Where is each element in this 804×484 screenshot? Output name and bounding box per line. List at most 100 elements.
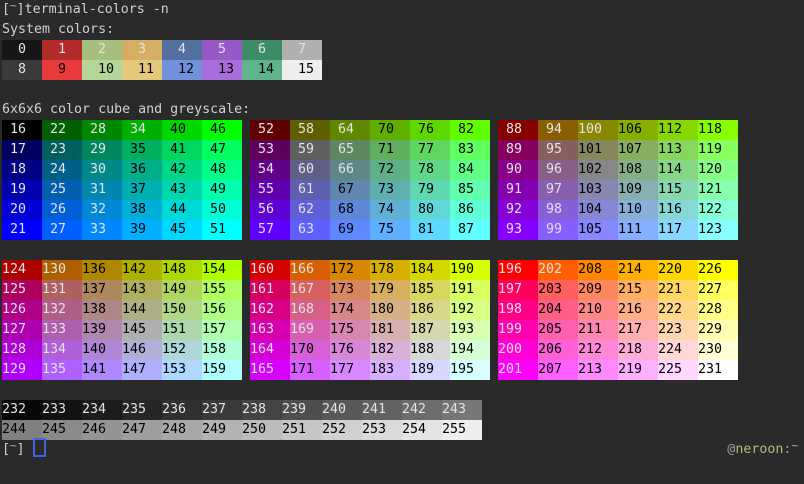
color-cell-239: 239 [282, 400, 322, 420]
prompt-bracket-open: [ [2, 442, 10, 457]
color-cell-243: 243 [442, 400, 482, 420]
color-cell-240: 240 [322, 400, 362, 420]
block-gap [242, 300, 250, 320]
color-cell-213: 213 [578, 360, 618, 380]
color-cell-198: 198 [498, 300, 538, 320]
color-cell-151: 151 [162, 320, 202, 340]
color-cell-65: 65 [330, 140, 370, 160]
color-cell-127: 127 [2, 320, 42, 340]
color-cell-102: 102 [578, 160, 618, 180]
color-cell-132: 132 [42, 300, 82, 320]
color-cell-82: 82 [450, 120, 490, 140]
color-cell-170: 170 [290, 340, 330, 360]
color-cell-207: 207 [538, 360, 578, 380]
color-cell-91: 91 [498, 180, 538, 200]
block-gap [490, 160, 498, 180]
color-cell-75: 75 [370, 220, 410, 240]
color-cell-160: 160 [250, 260, 290, 280]
color-cell-33: 33 [82, 220, 122, 240]
color-cell-237: 237 [202, 400, 242, 420]
color-cell-45: 45 [162, 220, 202, 240]
block-gap [242, 180, 250, 200]
color-cell-69: 69 [330, 220, 370, 240]
color-cell-136: 136 [82, 260, 122, 280]
color-cell-85: 85 [450, 180, 490, 200]
color-cell-78: 78 [410, 160, 450, 180]
color-cell-64: 64 [330, 120, 370, 140]
color-cell-227: 227 [698, 280, 738, 300]
right-prompt-host: neroon [735, 442, 783, 457]
cube-band-2-row-3: 126 132 138 144 150 156 162 168 174 180 … [2, 300, 804, 320]
color-cell-29: 29 [82, 140, 122, 160]
color-cell-6: 6 [242, 40, 282, 60]
color-cell-90: 90 [498, 160, 538, 180]
color-cell-55: 55 [250, 180, 290, 200]
color-cell-217: 217 [618, 320, 658, 340]
color-cell-249: 249 [202, 420, 242, 440]
color-cell-179: 179 [370, 280, 410, 300]
block-gap [490, 220, 498, 240]
color-cell-140: 140 [82, 340, 122, 360]
block-gap [490, 340, 498, 360]
block-gap [242, 260, 250, 280]
color-cell-214: 214 [618, 260, 658, 280]
color-cell-158: 158 [202, 340, 242, 360]
color-cell-125: 125 [2, 280, 42, 300]
color-cell-148: 148 [162, 260, 202, 280]
color-cell-152: 152 [162, 340, 202, 360]
block-gap [242, 160, 250, 180]
cube-band-2-row-5: 128 134 140 146 152 158 164 170 176 182 … [2, 340, 804, 360]
color-cell-98: 98 [538, 200, 578, 220]
color-cell-212: 212 [578, 340, 618, 360]
cube-band-2-row-6: 129 135 141 147 153 159 165 171 177 183 … [2, 360, 804, 380]
color-cell-22: 22 [42, 120, 82, 140]
color-cell-19: 19 [2, 180, 42, 200]
color-cell-47: 47 [202, 140, 242, 160]
color-cell-236: 236 [162, 400, 202, 420]
color-cell-139: 139 [82, 320, 122, 340]
shell-input-line[interactable]: [~] @neroon:~ [2, 440, 804, 460]
color-cell-83: 83 [450, 140, 490, 160]
color-cell-110: 110 [618, 200, 658, 220]
color-cell-218: 218 [618, 340, 658, 360]
color-cell-8: 8 [2, 60, 42, 80]
block-gap [242, 140, 250, 160]
color-cell-171: 171 [290, 360, 330, 380]
color-cell-24: 24 [42, 160, 82, 180]
color-cell-165: 165 [250, 360, 290, 380]
color-cell-97: 97 [538, 180, 578, 200]
color-cell-40: 40 [162, 120, 202, 140]
color-cell-41: 41 [162, 140, 202, 160]
block-gap [490, 300, 498, 320]
color-cell-188: 188 [410, 340, 450, 360]
color-cell-5: 5 [202, 40, 242, 60]
color-cell-191: 191 [450, 280, 490, 300]
command-text: terminal-colors -n [25, 2, 169, 17]
color-cell-167: 167 [290, 280, 330, 300]
color-cell-250: 250 [242, 420, 282, 440]
color-cell-161: 161 [250, 280, 290, 300]
color-cell-242: 242 [402, 400, 442, 420]
color-cell-138: 138 [82, 300, 122, 320]
color-cell-88: 88 [498, 120, 538, 140]
color-cell-1: 1 [42, 40, 82, 60]
terminal-cursor [33, 438, 46, 457]
color-cell-80: 80 [410, 200, 450, 220]
color-cube-label: 6x6x6 color cube and greyscale: [2, 100, 804, 120]
color-cell-141: 141 [82, 360, 122, 380]
color-cell-246: 246 [82, 420, 122, 440]
terminal-window[interactable]: [~]terminal-colors -n System colors: 0 1… [0, 0, 804, 484]
color-cell-38: 38 [122, 200, 162, 220]
system-colors-row-1: 0 1 2 3 4 5 6 7 [2, 40, 804, 60]
color-cell-186: 186 [410, 300, 450, 320]
color-cell-130: 130 [42, 260, 82, 280]
color-cell-68: 68 [330, 200, 370, 220]
color-cell-211: 211 [578, 320, 618, 340]
color-cell-7: 7 [282, 40, 322, 60]
color-cell-48: 48 [202, 160, 242, 180]
color-cell-15: 15 [282, 60, 322, 80]
color-cell-195: 195 [450, 360, 490, 380]
color-cell-204: 204 [538, 300, 578, 320]
color-cell-46: 46 [202, 120, 242, 140]
color-cell-4: 4 [162, 40, 202, 60]
